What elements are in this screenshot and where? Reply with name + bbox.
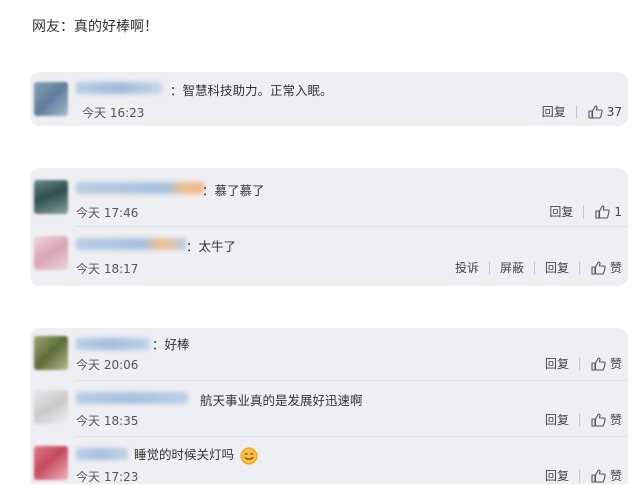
comment-text: ：太牛了 [186,239,237,254]
comment-actions: 回复 赞 [545,355,622,372]
like-button[interactable]: 赞 [590,411,622,428]
comment-time: 今天 17:23 [76,470,139,484]
username[interactable] [76,238,186,250]
comment-item: ：太牛了 今天 18:17 投诉 屏蔽 回复 赞 [30,226,628,286]
smile-emoji-icon [240,447,258,464]
comment-actions: 投诉 屏蔽 回复 赞 [455,259,622,276]
like-count: 37 [606,104,622,119]
thumbs-up-icon [588,104,603,119]
avatar[interactable] [34,390,68,424]
like-button[interactable]: 37 [587,104,622,120]
block-button[interactable]: 屏蔽 [500,259,524,276]
comment-item: ：慕了慕了 今天 17:46 回复 1 [30,168,628,226]
comment-card: ：好棒 今天 20:06 回复 赞 航天事业真的是发展好迅速啊 今天 18:35… [30,328,628,484]
comment-time: 今天 16:23 [82,106,145,120]
comment-time: 今天 18:17 [76,262,139,276]
like-count: 赞 [609,469,622,483]
like-button[interactable]: 赞 [590,259,622,276]
comment-actions: 回复 赞 [545,411,622,428]
avatar[interactable] [34,336,68,370]
like-count: 1 [614,204,622,219]
comment-text-label: 睡觉的时候关灯吗 [134,447,235,462]
divider [533,260,535,275]
comment-text: 睡觉的时候关灯吗 [134,444,258,465]
divider [488,260,490,275]
avatar[interactable] [34,446,68,480]
reply-button[interactable]: 回复 [549,203,573,220]
like-count: 赞 [609,261,622,275]
divider [578,356,580,371]
like-button[interactable]: 1 [594,204,622,220]
divider [578,412,580,427]
avatar[interactable] [34,82,68,116]
comment-item: 航天事业真的是发展好迅速啊 今天 18:35 回复 赞 [30,380,628,436]
comment-text: ：智慧科技助力。正常入眠。 [170,83,333,98]
comment-card: ：智慧科技助力。正常入眠。 今天 16:23 回复 37 [30,72,628,126]
reply-button[interactable]: 回复 [545,411,569,428]
comment-actions: 回复 1 [549,203,622,220]
comment-time: 今天 17:46 [76,206,139,220]
username[interactable] [76,392,188,404]
reply-button[interactable]: 回复 [545,259,569,276]
comment-item: 睡觉的时候关灯吗 今天 17:23 回复 赞 [30,436,628,484]
comment-item: ：好棒 今天 20:06 回复 赞 [30,328,628,380]
divider [583,204,585,219]
username[interactable] [76,182,204,194]
like-count: 赞 [609,357,622,371]
divider [578,260,580,275]
comment-text: ：好棒 [152,337,190,352]
comment-text: ：慕了慕了 [202,183,265,198]
page-heading: 网友：真的好棒啊！ [32,19,158,35]
report-button[interactable]: 投诉 [455,259,479,276]
thumbs-up-icon [595,204,611,219]
comment-text: 航天事业真的是发展好迅速啊 [200,393,363,408]
reply-button[interactable]: 回复 [545,467,569,484]
comment-time: 今天 18:35 [76,414,139,428]
comment-item: ：智慧科技助力。正常入眠。 今天 16:23 回复 37 [30,72,628,126]
like-button[interactable]: 赞 [590,467,622,484]
thumbs-up-icon [591,468,606,483]
username[interactable] [76,338,150,350]
thumbs-up-icon [591,260,606,275]
avatar[interactable] [34,236,68,270]
comment-actions: 回复 37 [542,103,622,120]
reply-button[interactable]: 回复 [542,103,566,120]
reply-button[interactable]: 回复 [545,355,569,372]
comment-card: ：慕了慕了 今天 17:46 回复 1 ：太牛了 今天 18:17 投诉 屏蔽 … [30,168,628,286]
like-count: 赞 [609,413,622,427]
comment-time: 今天 20:06 [76,358,139,372]
divider [578,468,580,483]
comment-actions: 回复 赞 [545,467,622,484]
like-button[interactable]: 赞 [590,355,622,372]
username[interactable] [76,82,162,94]
divider [575,104,577,119]
thumbs-up-icon [591,356,606,371]
thumbs-up-icon [591,412,606,427]
avatar[interactable] [34,180,68,214]
username[interactable] [76,448,128,460]
